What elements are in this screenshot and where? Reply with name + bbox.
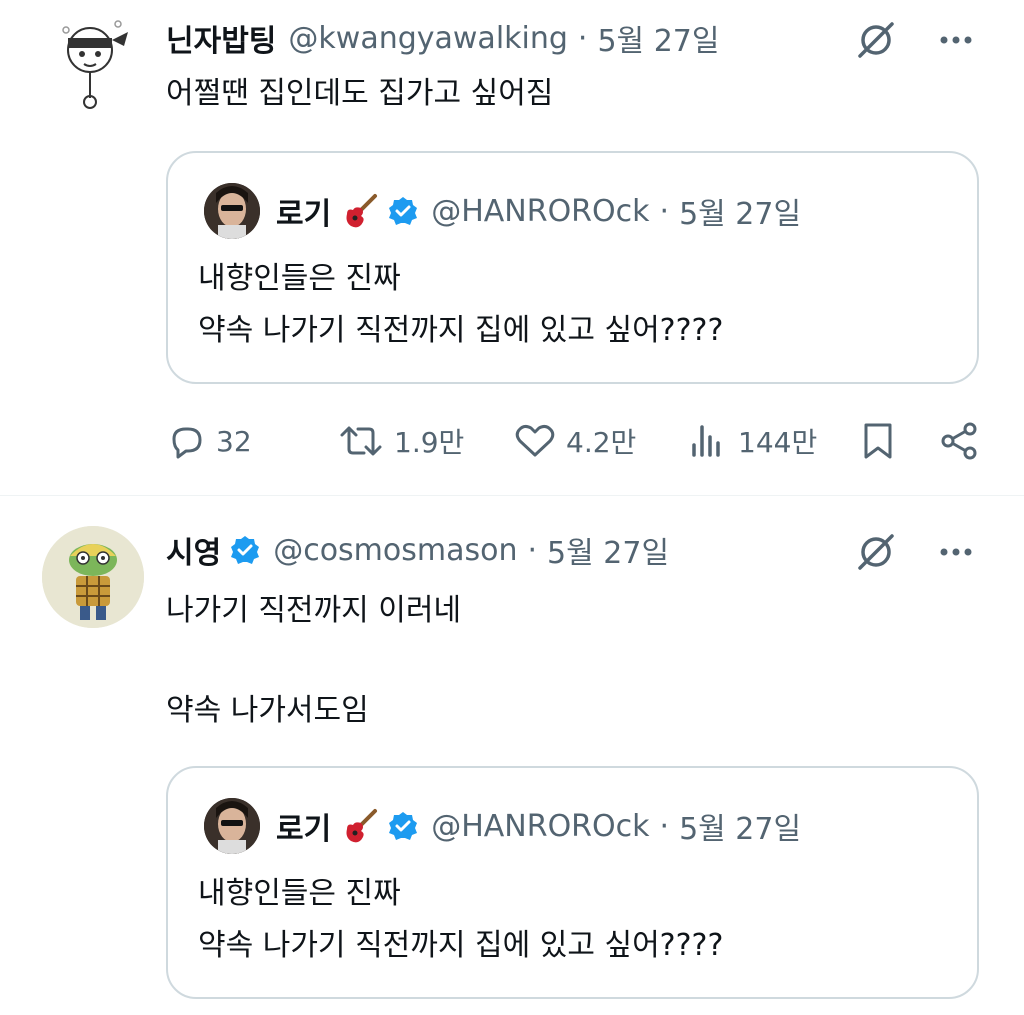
- tweet-2[interactable]: 시영 @cosmosmason · 5월 27일 나가기 직전까지 이러네 약속…: [0, 496, 1024, 1015]
- more-icon[interactable]: [936, 532, 976, 572]
- quote-display-name[interactable]: 로기: [276, 189, 331, 233]
- views-button[interactable]: 144만: [688, 421, 817, 461]
- grok-icon[interactable]: [856, 20, 896, 60]
- tweet-text-line: 나가기 직전까지 이러네: [166, 593, 462, 628]
- timestamp[interactable]: 5월 27일: [597, 16, 719, 60]
- quote-text-line: 내향인들은 진짜: [198, 876, 401, 911]
- tweet-top-icons: [856, 20, 976, 60]
- like-count: 4.2만: [566, 426, 637, 459]
- verified-badge-icon: [229, 534, 261, 566]
- share-button[interactable]: [938, 421, 980, 461]
- tweet-header: 시영 @cosmosmason · 5월 27일: [166, 528, 669, 572]
- bookmark-icon: [864, 423, 892, 459]
- handle[interactable]: @cosmosmason: [273, 533, 517, 568]
- avatar[interactable]: [40, 10, 140, 110]
- handle[interactable]: @kwangyawalking: [288, 21, 568, 56]
- retweet-button[interactable]: 1.9만: [338, 421, 464, 461]
- views-count: 144만: [738, 426, 818, 459]
- views-icon: [692, 425, 720, 457]
- quote-handle[interactable]: @HANROROck: [431, 809, 649, 844]
- display-name[interactable]: 시영: [166, 528, 221, 572]
- reply-icon: [172, 427, 202, 459]
- quote-text-line: 내향인들은 진짜: [198, 261, 401, 296]
- quote-text-line: 약속 나가기 직전까지 집에 있고 싶어????: [198, 928, 724, 963]
- quote-avatar: [204, 183, 260, 239]
- quote-tweet[interactable]: 로기 @HANROROck · 5월 27일 내향인들은 진짜 약속 나가기 직…: [166, 151, 979, 384]
- quote-text: 내향인들은 진짜 약속 나가기 직전까지 집에 있고 싶어????: [198, 253, 723, 357]
- quote-handle[interactable]: @HANROROck: [431, 194, 649, 229]
- display-name[interactable]: 닌자밥팅: [166, 16, 276, 60]
- quote-header: 로기 @HANROROck · 5월 27일: [204, 183, 801, 239]
- reply-button[interactable]: 32: [166, 421, 252, 461]
- timestamp[interactable]: 5월 27일: [547, 528, 669, 572]
- more-icon[interactable]: [936, 20, 976, 60]
- tweet-1[interactable]: 닌자밥팅 @kwangyawalking · 5월 27일 어쩔땐 집인데도 집…: [0, 0, 1024, 495]
- quote-avatar: [204, 798, 260, 854]
- tweet-text-line: 약속 나가서도임: [166, 693, 369, 728]
- like-icon: [515, 424, 555, 457]
- tweet-text-line: [166, 636, 461, 686]
- reply-count: 32: [216, 424, 252, 458]
- grok-icon[interactable]: [856, 532, 896, 572]
- tweet-actions: 32 1.9만 4.2만 144만: [166, 415, 981, 465]
- verified-badge-icon: [387, 810, 419, 842]
- tweet-text: 어쩔땐 집인데도 집가고 싶어짐: [166, 74, 553, 114]
- quote-header: 로기 @HANROROck · 5월 27일: [204, 798, 801, 854]
- tweet-text-line: 어쩔땐 집인데도 집가고 싶어짐: [166, 76, 554, 111]
- avatar[interactable]: [42, 526, 144, 628]
- guitar-emoji-icon: [341, 807, 379, 845]
- tweet-header: 닌자밥팅 @kwangyawalking · 5월 27일: [166, 16, 719, 60]
- bookmark-button[interactable]: [858, 421, 898, 461]
- like-button[interactable]: 4.2만: [514, 421, 636, 461]
- tweet-top-icons: [856, 532, 976, 572]
- tweet-text: 나가기 직전까지 이러네 약속 나가서도임: [166, 586, 461, 736]
- guitar-emoji-icon: [341, 192, 379, 230]
- quote-tweet[interactable]: 로기 @HANROROck · 5월 27일 내향인들은 진짜 약속 나가기 직…: [166, 766, 979, 999]
- quote-separator: ·: [659, 808, 670, 844]
- retweet-icon: [340, 426, 382, 456]
- verified-badge-icon: [387, 195, 419, 227]
- quote-timestamp[interactable]: 5월 27일: [679, 804, 801, 848]
- separator: ·: [527, 532, 538, 568]
- quote-timestamp[interactable]: 5월 27일: [679, 189, 801, 233]
- quote-text: 내향인들은 진짜 약속 나가기 직전까지 집에 있고 싶어????: [198, 868, 723, 972]
- quote-separator: ·: [659, 193, 670, 229]
- separator: ·: [577, 20, 588, 56]
- quote-text-line: 약속 나가기 직전까지 집에 있고 싶어????: [198, 313, 724, 348]
- quote-display-name[interactable]: 로기: [276, 804, 331, 848]
- share-icon: [941, 422, 977, 460]
- retweet-count: 1.9만: [394, 426, 465, 459]
